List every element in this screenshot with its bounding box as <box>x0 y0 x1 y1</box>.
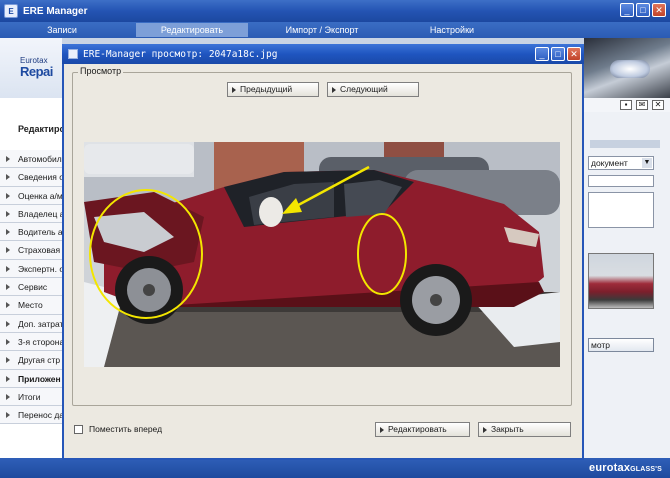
delete-icon[interactable]: ✕ <box>652 100 664 110</box>
sidebar-item[interactable]: Страховая <box>0 241 62 260</box>
next-button[interactable]: Следующий <box>327 82 419 97</box>
minimize-icon[interactable]: _ <box>620 3 634 17</box>
document-select-value: документ <box>591 158 628 168</box>
sidebar-item[interactable]: Другая стр <box>0 351 62 370</box>
sidebar-item[interactable]: Водитель а <box>0 223 62 242</box>
sidebar-item[interactable]: Экспертн. о <box>0 259 62 279</box>
app-icon: E <box>4 4 18 18</box>
dialog-app-icon <box>68 49 78 59</box>
sidebar-item[interactable]: Доп. затрат <box>0 314 62 333</box>
right-toolbar: ▪ ✉ ✕ <box>584 98 670 112</box>
sidebar-item[interactable]: Итоги <box>0 387 62 407</box>
chevron-down-icon: ▼ <box>642 158 652 168</box>
sidebar-item[interactable]: Сведения о <box>0 168 62 187</box>
app-title: ERE Manager <box>23 5 88 17</box>
dialog-maximize-icon[interactable]: □ <box>551 47 565 61</box>
sidebar-item[interactable]: Оценка а/м <box>0 186 62 205</box>
sidebar-item[interactable]: Перенос да <box>0 406 62 425</box>
right-field[interactable] <box>588 175 654 187</box>
right-header-stripe <box>590 140 660 148</box>
sidebar-item[interactable]: Автомобил <box>0 150 62 169</box>
status-bar <box>0 458 670 478</box>
dialog-minimize-icon[interactable]: _ <box>535 47 549 61</box>
right-textarea[interactable] <box>588 192 654 228</box>
sidebar-list: Автомобил Сведения о Оценка а/м Владелец аВ… <box>0 150 62 425</box>
headlight-image <box>610 60 650 78</box>
menu-settings[interactable]: Настройки <box>396 23 508 37</box>
sidebar-item[interactable]: Место <box>0 296 62 315</box>
damaged-car-photo <box>84 142 560 367</box>
sidebar-item[interactable]: Владелец а <box>0 204 62 224</box>
brand-logo: eurotaxGLASS'S <box>589 462 662 474</box>
sidebar-item[interactable]: 3-я сторона <box>0 332 62 352</box>
edit-button[interactable]: Редактировать <box>375 422 470 437</box>
dialog-close-icon[interactable]: ✕ <box>567 47 581 61</box>
menu-import-export[interactable]: Импорт / Экспорт <box>266 23 378 37</box>
attachment-thumbnail[interactable] <box>588 253 654 309</box>
sidebar-item[interactable]: Приложен <box>0 369 62 388</box>
envelope-icon[interactable]: ✉ <box>636 100 648 110</box>
dialog-title: ERE-Manager просмотр: 2047a18c.jpg <box>83 48 278 60</box>
bring-forward-checkbox[interactable] <box>74 425 83 434</box>
menu-records[interactable]: Записи <box>6 23 118 37</box>
view-button[interactable]: мотр <box>588 338 654 352</box>
dialog-titlebar: ERE-Manager просмотр: 2047a18c.jpg _ □ ✕ <box>62 44 584 64</box>
document-select[interactable]: документ ▼ <box>588 156 654 170</box>
bring-forward-label: Поместить вперед <box>89 424 163 434</box>
logo-bottom-text: Repai <box>20 64 53 79</box>
main-menu: Записи Редактировать Импорт / Экспорт На… <box>0 22 670 38</box>
previous-button[interactable]: Предыдущий <box>227 82 319 97</box>
app-titlebar: E ERE Manager _ □ ✕ <box>0 0 670 22</box>
preview-group-label: Просмотр <box>78 66 124 76</box>
close-icon[interactable]: ✕ <box>652 3 666 17</box>
close-button[interactable]: Закрыть <box>478 422 571 437</box>
maximize-icon[interactable]: □ <box>636 3 650 17</box>
section-title: Редактиро <box>18 124 65 134</box>
save-icon[interactable]: ▪ <box>620 100 632 110</box>
menu-edit[interactable]: Редактировать <box>136 23 248 37</box>
sidebar-item[interactable]: Сервис <box>0 278 62 297</box>
